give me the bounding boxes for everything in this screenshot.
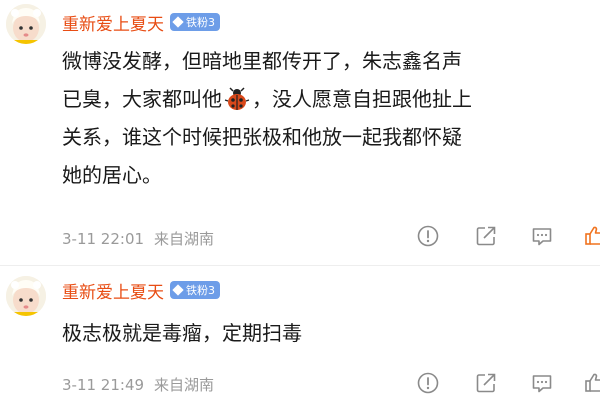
avatar[interactable] [6,4,46,44]
fan-badge-label: 铁粉3 [186,16,215,29]
comment-line: 她的居心。 [62,163,162,187]
comment-item: 重新爱上夏天 铁粉3 微博没发酵，但暗地里都传开了，朱志鑫名声 已臭，大家都叫他 [0,0,600,265]
timestamp: 3-11 22:01 [62,230,145,248]
comment-line-part: 已臭，大家都叫他 [62,87,222,111]
location: 来自湖南 [154,230,215,248]
like-icon[interactable] [584,224,600,248]
avatar[interactable] [6,276,46,316]
like-icon[interactable] [584,371,600,395]
comment-header: 重新爱上夏天 铁粉3 [62,10,220,35]
comment-text: 微博没发酵，但暗地里都传开了，朱志鑫名声 已臭，大家都叫他 ，没人愿意自担跟他扯… [62,42,472,194]
fan-badge-label: 铁粉3 [186,284,215,297]
diamond-icon [172,284,184,296]
diamond-icon [172,16,184,28]
ladybug-icon [224,85,250,110]
comment-line: 已臭，大家都叫他 ，没人愿意自担跟他扯上 [62,80,472,118]
comment-line-part: ，没人愿意自担跟他扯上 [252,87,472,111]
comment-meta: 3-11 21:49 来自湖南 [62,374,214,395]
share-icon[interactable] [474,224,498,248]
timestamp: 3-11 21:49 [62,376,145,394]
comment-icon[interactable] [530,371,554,395]
comment-line: 极志极就是毒瘤，定期扫毒 [62,321,302,345]
report-icon[interactable] [416,224,440,248]
location: 来自湖南 [154,376,215,394]
report-icon[interactable] [416,371,440,395]
comment-header: 重新爱上夏天 铁粉3 [62,278,220,303]
comment-meta: 3-11 22:01 来自湖南 [62,228,214,249]
username[interactable]: 重新爱上夏天 [62,278,164,303]
comment-line: 微博没发酵，但暗地里都传开了，朱志鑫名声 [62,49,462,73]
share-icon[interactable] [474,371,498,395]
fan-badge[interactable]: 铁粉3 [170,13,220,31]
comment-icon[interactable] [530,224,554,248]
comment-text: 极志极就是毒瘤，定期扫毒 [62,314,302,352]
fan-badge[interactable]: 铁粉3 [170,281,220,299]
comment-item: 重新爱上夏天 铁粉3 极志极就是毒瘤，定期扫毒 3-11 21:49 来自湖南 [0,268,600,400]
comment-divider [0,265,600,266]
username[interactable]: 重新爱上夏天 [62,10,164,35]
comment-line: 关系，谁这个时候把张极和他放一起我都怀疑 [62,125,462,149]
